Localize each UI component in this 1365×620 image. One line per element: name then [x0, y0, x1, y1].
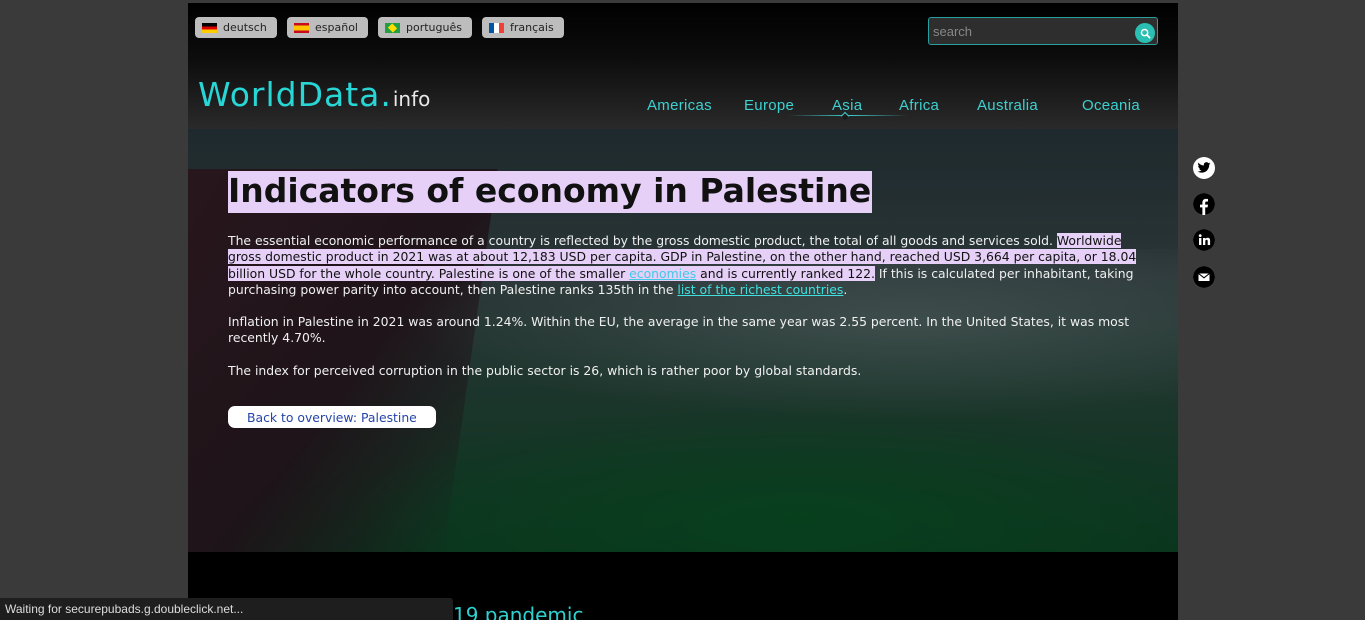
lang-deutsch-button[interactable]: deutsch	[195, 17, 277, 38]
france-flag-icon	[489, 22, 504, 33]
site-logo[interactable]: WorldData. info	[198, 75, 430, 115]
gdp-text-intro: The essential economic performance of a …	[228, 233, 1057, 248]
search-icon	[1140, 28, 1150, 38]
search-box	[928, 17, 1158, 45]
email-icon	[1193, 266, 1215, 288]
paragraph-inflation: Inflation in Palestine in 2021 was aroun…	[228, 314, 1130, 346]
lang-label: deutsch	[223, 21, 267, 34]
email-share-button[interactable]	[1193, 266, 1215, 288]
page: deutsch español português français World…	[188, 3, 1178, 620]
next-section-heading: 19 pandemic	[453, 603, 584, 620]
logo-main: WorldData.	[198, 75, 392, 114]
browser-status-bar: Waiting for securepubads.g.doubleclick.n…	[0, 598, 453, 620]
germany-flag-icon	[202, 22, 217, 33]
gdp-text-end: .	[843, 281, 848, 297]
lang-label: español	[315, 21, 358, 34]
article-content: The essential economic performance of a …	[228, 233, 1138, 395]
linkedin-icon	[1193, 229, 1215, 251]
spain-flag-icon	[294, 22, 309, 33]
nav-oceania[interactable]: Oceania	[1082, 97, 1140, 114]
nav-australia[interactable]: Australia	[977, 97, 1038, 114]
lang-francais-button[interactable]: français	[482, 17, 564, 38]
twitter-icon	[1197, 162, 1211, 173]
economies-link[interactable]: economies	[629, 266, 696, 281]
nav-europe[interactable]: Europe	[744, 97, 794, 114]
gdp-text-hl2: and is currently ranked 122.	[696, 265, 875, 281]
brazil-flag-icon	[385, 22, 400, 33]
paragraph-corruption: The index for perceived corruption in th…	[228, 362, 862, 378]
lang-portugues-button[interactable]: português	[378, 17, 472, 38]
hero-section: Indicators of economy in Palestine The e…	[188, 129, 1178, 552]
twitter-share-button[interactable]	[1193, 157, 1215, 179]
facebook-share-button[interactable]	[1193, 193, 1215, 215]
richest-countries-link[interactable]: list of the richest countries	[677, 282, 843, 297]
logo-tld: info	[392, 87, 431, 111]
lang-espanol-button[interactable]: español	[287, 17, 368, 38]
linkedin-share-button[interactable]	[1193, 229, 1215, 251]
search-button[interactable]	[1135, 23, 1155, 43]
back-to-overview-button[interactable]: Back to overview: Palestine	[228, 406, 436, 428]
nav-americas[interactable]: Americas	[647, 97, 712, 114]
lang-label: português	[406, 21, 462, 34]
search-input[interactable]	[933, 22, 1128, 40]
header: deutsch español português français World…	[188, 3, 1178, 129]
lang-label: français	[510, 21, 554, 34]
page-title: Indicators of economy in Palestine	[228, 171, 873, 213]
nav-asia[interactable]: Asia	[832, 97, 862, 114]
paragraph-gdp: The essential economic performance of a …	[228, 233, 1138, 298]
nav-africa[interactable]: Africa	[899, 97, 939, 114]
facebook-icon	[1193, 193, 1215, 215]
